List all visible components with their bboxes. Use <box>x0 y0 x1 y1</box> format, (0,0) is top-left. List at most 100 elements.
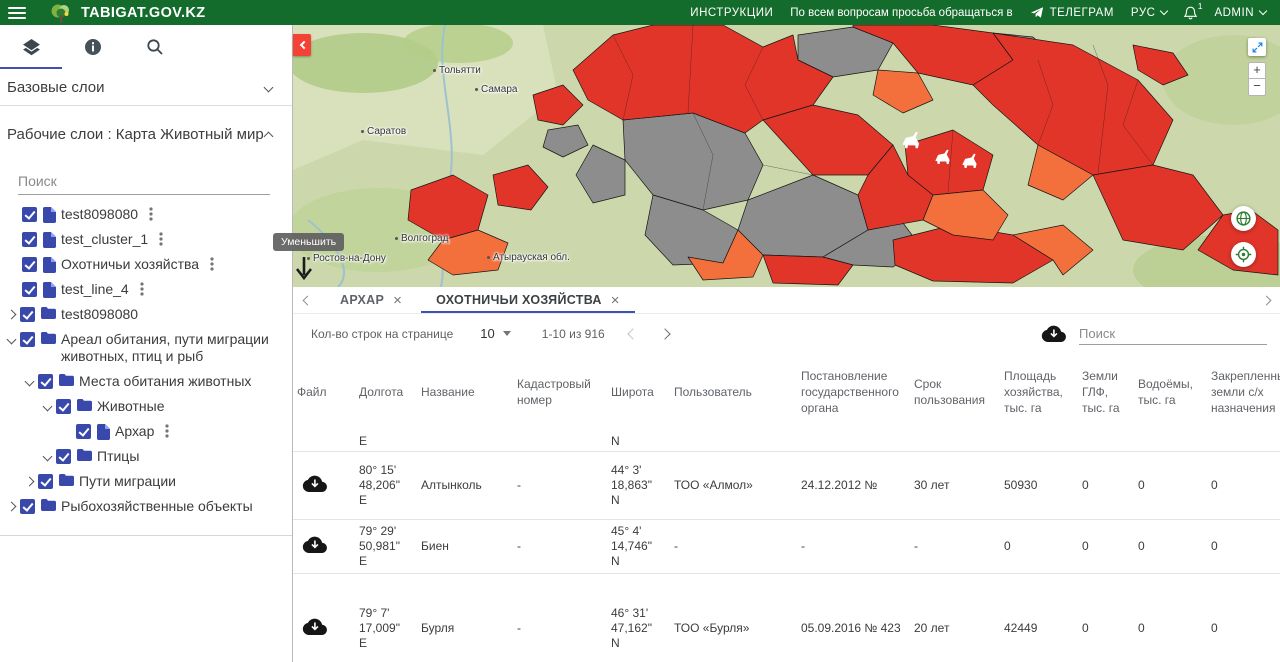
table-panel: АРХАР×ОХОТНИЧЬИ ХОЗЯЙСТВА× Кол-во строк … <box>293 287 1280 662</box>
layer-menu-icon[interactable] <box>149 207 153 221</box>
layer-checkbox[interactable] <box>20 307 35 322</box>
layer-label: test_cluster_1 <box>61 231 148 248</box>
bell-icon <box>1184 6 1197 20</box>
user-dropdown[interactable]: ADMIN <box>1214 7 1266 19</box>
cell: Алтынколь <box>417 476 513 495</box>
download-icon[interactable] <box>297 618 327 635</box>
column-header: Площадь хозяйства, тыс. га <box>1000 368 1078 417</box>
collapse-icon[interactable] <box>43 452 53 462</box>
layer-tree-item[interactable]: Рыбохозяйственные объекты <box>0 494 292 519</box>
file-cell <box>293 447 355 451</box>
tabs-scroll-right-button[interactable] <box>1252 287 1280 313</box>
tab-layers[interactable] <box>0 25 62 69</box>
cell: - <box>670 537 797 556</box>
layer-checkbox[interactable] <box>22 257 37 272</box>
layer-checkbox[interactable] <box>56 449 71 464</box>
layer-menu-icon[interactable] <box>210 257 214 271</box>
expand-icon <box>1251 41 1264 54</box>
layer-menu-icon[interactable] <box>140 282 144 296</box>
collapse-icon[interactable] <box>25 377 35 387</box>
expand-icon[interactable] <box>7 310 17 320</box>
language-dropdown[interactable]: РУС <box>1131 7 1168 19</box>
layer-checkbox[interactable] <box>56 399 71 414</box>
instructions-link[interactable]: ИНСТРУКЦИИ <box>690 7 773 19</box>
table-row[interactable]: EN <box>293 431 1280 452</box>
base-layers-section[interactable]: Базовые слои <box>0 69 292 106</box>
panel-tab[interactable]: ОХОТНИЧЬИ ХОЗЯЙСТВА× <box>421 287 635 313</box>
notification-badge: 1 <box>1198 1 1203 11</box>
export-button[interactable] <box>1041 325 1066 342</box>
rows-per-page-select[interactable]: 10 <box>480 326 510 341</box>
layer-menu-icon[interactable] <box>165 424 169 438</box>
zoom-out-button[interactable]: − <box>1248 79 1266 96</box>
column-header: Название <box>417 384 513 400</box>
zoom-in-button[interactable]: + <box>1248 62 1266 79</box>
sidebar-collapse-button[interactable] <box>293 34 311 56</box>
collapse-icon[interactable] <box>43 402 53 412</box>
collapse-icon[interactable] <box>7 335 17 345</box>
hamburger-menu-icon[interactable] <box>8 7 26 19</box>
panel-tab[interactable]: АРХАР× <box>325 287 417 313</box>
cell: 46° 31' 47,162" N <box>607 604 670 653</box>
prev-page-button[interactable] <box>627 328 638 339</box>
layer-tree-item[interactable]: Места обитания животных <box>0 369 292 394</box>
tab-info[interactable] <box>62 25 124 69</box>
layer-tree-item[interactable]: test_cluster_1 <box>0 227 292 252</box>
column-header: Срок пользования <box>910 376 1000 408</box>
table-search-input[interactable] <box>1079 323 1267 345</box>
layer-checkbox[interactable] <box>38 474 53 489</box>
layer-tree-item[interactable]: test8098080 <box>0 302 292 327</box>
download-icon[interactable] <box>297 536 327 553</box>
tabs-scroll-left-button[interactable] <box>293 287 321 313</box>
folder-icon <box>77 399 92 411</box>
layer-checkbox[interactable] <box>20 332 35 347</box>
layer-tree-item[interactable]: Архар <box>0 419 292 444</box>
column-header: Закрепленные земли с/х назначения <box>1207 368 1280 417</box>
notifications-button[interactable]: 1 <box>1184 6 1197 20</box>
layer-tree-item[interactable]: Охотничьи хозяйства <box>0 252 292 277</box>
map-canvas[interactable]: ТольяттиСамараСаратовВолгоградРостов-на-… <box>293 25 1280 287</box>
basemap-button[interactable] <box>1231 206 1256 231</box>
layer-label: Животные <box>97 398 165 415</box>
cell: 50930 <box>1000 476 1078 495</box>
layer-tree-item[interactable]: Пути миграции <box>0 469 292 494</box>
layer-checkbox[interactable] <box>76 424 91 439</box>
map-expand-button[interactable] <box>1248 38 1266 56</box>
cell: - <box>513 537 607 556</box>
table-row[interactable]: 79° 7' 17,009" EБурля-46° 31' 47,162" NТ… <box>293 574 1280 662</box>
tab-close-icon[interactable]: × <box>611 293 620 308</box>
work-layers-section[interactable]: Рабочие слои : Карта Животный мир <box>0 106 292 162</box>
cell: 44° 3' 18,863" N <box>607 461 670 510</box>
panel-minimize-button[interactable] <box>288 252 320 286</box>
layer-tree-item[interactable]: Животные <box>0 394 292 419</box>
layer-checkbox[interactable] <box>20 499 35 514</box>
chevron-left-icon <box>302 295 312 305</box>
expand-icon[interactable] <box>7 502 17 512</box>
expand-icon[interactable] <box>25 477 35 487</box>
cell: 0 <box>1000 537 1078 556</box>
layer-tree-item[interactable]: Ареал обитания, пути миграции животных, … <box>0 327 292 369</box>
cell: 79° 7' 17,009" E <box>355 604 417 653</box>
tab-close-icon[interactable]: × <box>393 293 402 308</box>
next-page-button[interactable] <box>659 328 670 339</box>
layer-tree-item[interactable]: Птицы <box>0 444 292 469</box>
notice-text: По всем вопросам просьба обращаться в <box>790 7 1012 19</box>
layer-checkbox[interactable] <box>38 374 53 389</box>
tab-search[interactable] <box>124 25 186 69</box>
telegram-link[interactable]: ТЕЛЕГРАМ <box>1030 6 1114 19</box>
layer-menu-icon[interactable] <box>159 232 163 246</box>
layer-tree-item[interactable]: test_line_4 <box>0 277 292 302</box>
download-icon[interactable] <box>297 475 327 492</box>
table-row[interactable]: 80° 15' 48,206" EАлтынколь-44° 3' 18,863… <box>293 452 1280 520</box>
folder-icon <box>59 474 74 486</box>
layer-search-input[interactable] <box>18 168 270 195</box>
layer-checkbox[interactable] <box>22 232 37 247</box>
layer-checkbox[interactable] <box>22 282 37 297</box>
target-icon <box>1235 246 1252 263</box>
geolocation-button[interactable] <box>1231 242 1256 267</box>
cell: - <box>513 619 607 638</box>
chevron-down-icon <box>264 82 274 92</box>
table-row[interactable]: 79° 29' 50,981" EБиен-45° 4' 14,746" N--… <box>293 520 1280 574</box>
layer-checkbox[interactable] <box>22 207 37 222</box>
layer-tree-item[interactable]: test8098080 <box>0 202 292 227</box>
